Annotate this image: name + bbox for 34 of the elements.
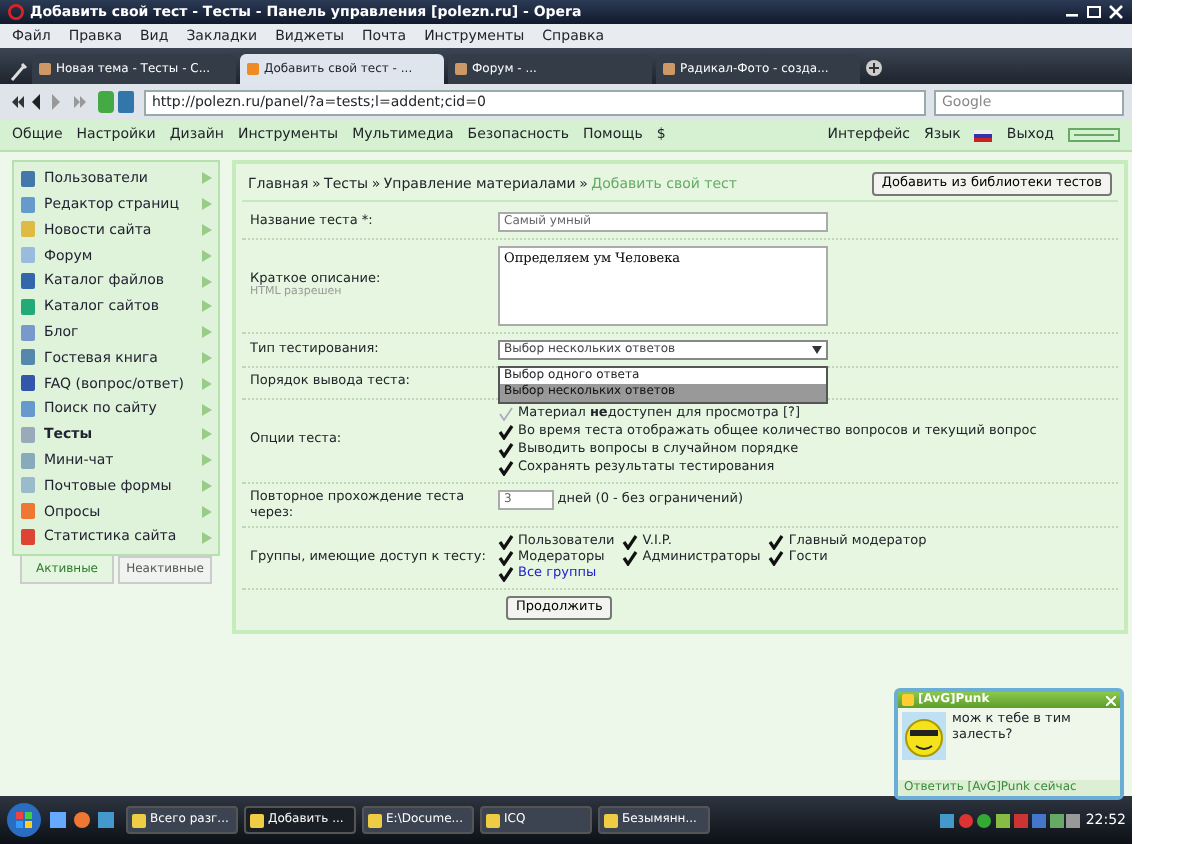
caret-icon [812,345,822,354]
checkbox[interactable] [768,534,785,551]
slider-icon[interactable] [1068,128,1120,142]
checkbox[interactable] [498,566,514,583]
opera-logo-icon [8,4,24,20]
chat-icon [902,694,914,706]
flag-icon [974,129,993,141]
tray-icons-drawing[interactable] [939,811,1080,829]
checkbox[interactable] [498,550,514,567]
checkbox[interactable] [498,459,514,476]
smiley-avatar-icon [902,712,946,760]
window-icon [250,813,264,827]
window-icon [132,813,146,827]
quick-launch-icons-drawing[interactable] [48,810,120,830]
page-icon [246,62,260,76]
checkbox[interactable] [498,405,514,422]
checkbox[interactable] [498,441,514,458]
window-icon [604,813,618,827]
wrench-icon[interactable] [8,60,28,84]
checkbox[interactable] [768,550,785,567]
page-icon [38,62,52,76]
plus-icon[interactable] [864,58,884,78]
checkbox[interactable] [622,550,639,567]
window-icon [486,813,500,827]
checkbox[interactable] [498,534,514,551]
checkbox[interactable] [498,423,514,440]
page-icon [662,62,676,76]
window-icon [368,813,382,827]
start-button-icon[interactable] [6,802,42,838]
checkbox[interactable] [622,534,639,551]
page-icon [454,62,468,76]
close-icon[interactable] [1108,4,1124,20]
maximize-icon[interactable] [1086,4,1102,20]
navigation-buttons-drawing[interactable] [8,90,136,114]
